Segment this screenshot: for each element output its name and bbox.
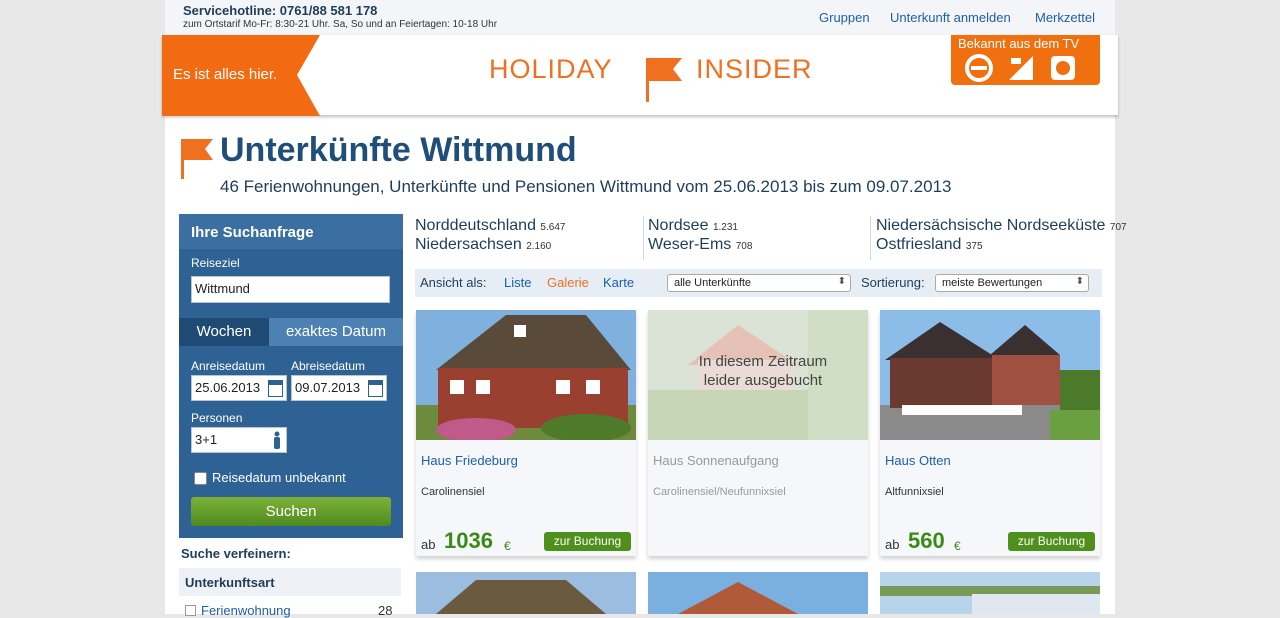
view-gallery[interactable]: Galerie xyxy=(547,275,589,290)
listing-photo[interactable] xyxy=(880,310,1100,440)
calendar-icon[interactable] xyxy=(268,380,283,397)
persons-label: Personen xyxy=(191,411,243,425)
tagline-text: Es ist alles hier. xyxy=(173,66,278,83)
price-currency: € xyxy=(504,539,511,553)
listing-price: 1036 xyxy=(444,528,493,553)
price-currency: € xyxy=(954,539,961,553)
view-list[interactable]: Liste xyxy=(504,275,531,290)
departure-label: Abreisedatum xyxy=(291,359,366,373)
region-divider xyxy=(643,216,644,260)
region-link[interactable]: Nordsee 1.231 xyxy=(648,217,738,235)
tv-station-icon xyxy=(965,54,993,82)
region-link[interactable]: Weser-Ems 708 xyxy=(648,236,752,254)
link-merkzettel[interactable]: Merkzettel xyxy=(1035,10,1095,25)
view-label: Ansicht als: xyxy=(420,275,487,290)
logo-flag-icon[interactable] xyxy=(646,58,684,102)
listing-price: 560 xyxy=(908,528,945,553)
filter-item-ferienwohnung[interactable]: Ferienwohnung xyxy=(201,603,291,618)
tv-channel-icon xyxy=(1009,56,1033,80)
calendar-icon[interactable] xyxy=(368,380,383,397)
refine-heading: Suche verfeinern: xyxy=(181,546,291,561)
sort-select[interactable]: meiste Bewertungen xyxy=(935,274,1089,292)
search-panel-header: Ihre Suchanfrage xyxy=(179,214,403,249)
listing-location: Carolinensiel xyxy=(421,486,485,498)
price-prefix: ab xyxy=(421,537,436,552)
tv-badge: Bekannt aus dem TV xyxy=(951,35,1100,85)
title-flag-icon xyxy=(181,139,213,179)
listing-name[interactable]: Haus Otten xyxy=(885,453,951,468)
filter-count: 28 xyxy=(378,603,393,618)
listing-card[interactable]: In diesem Zeitraum leider ausgebucht Hau… xyxy=(648,310,868,556)
listing-photo[interactable]: In diesem Zeitraum leider ausgebucht xyxy=(648,310,868,440)
listing-location: Altfunnixsiel xyxy=(885,486,944,498)
destination-input[interactable]: Wittmund xyxy=(191,276,390,303)
logo-text-right[interactable]: INSIDER xyxy=(696,54,813,85)
region-link[interactable]: Norddeutschland 5.647 xyxy=(415,217,565,235)
search-panel-heading: Ihre Suchanfrage xyxy=(191,224,314,241)
listing-photo[interactable] xyxy=(648,572,868,614)
listing-photo[interactable] xyxy=(416,310,636,440)
listing-photo[interactable] xyxy=(880,572,1100,614)
link-gruppen[interactable]: Gruppen xyxy=(819,10,870,25)
arrival-label: Anreisedatum xyxy=(191,359,266,373)
listing-card[interactable]: Haus Otten Altfunnixsiel ab 560 € zur Bu… xyxy=(880,310,1100,556)
service-hotline: Servicehotline: 0761/88 581 178 xyxy=(183,3,378,18)
person-icon xyxy=(274,431,280,449)
view-toolbar: Ansicht als: Liste Galerie Karte alle Un… xyxy=(415,269,1102,297)
tab-weeks[interactable]: Wochen xyxy=(179,318,269,346)
listing-name[interactable]: Haus Sonnenaufgang xyxy=(653,453,779,468)
destination-label: Reiseziel xyxy=(191,256,240,270)
accommodation-filter-select[interactable]: alle Unterkünfte xyxy=(667,274,851,292)
search-panel: Ihre Suchanfrage Reiseziel Wittmund Woch… xyxy=(179,214,403,538)
page-title: Unterkünfte Wittmund xyxy=(220,131,577,169)
region-divider xyxy=(870,216,871,260)
book-button[interactable]: zur Buchung xyxy=(1008,532,1095,551)
link-unterkunft-anmelden[interactable]: Unterkunft anmelden xyxy=(890,10,1011,25)
sort-label: Sortierung: xyxy=(861,275,925,290)
tv-network-icon xyxy=(1051,56,1075,80)
tab-exact-date[interactable]: exaktes Datum xyxy=(269,318,403,346)
logo-text-left[interactable]: HOLIDAY xyxy=(489,54,613,85)
service-hours: zum Ortstarif Mo-Fr: 8:30-21 Uhr. Sa, So… xyxy=(183,19,498,30)
search-button[interactable]: Suchen xyxy=(191,497,391,526)
listing-location: Carolinensiel/Neufunnixsiel xyxy=(653,486,786,498)
listing-name[interactable]: Haus Friedeburg xyxy=(421,453,518,468)
unknown-date-checkbox[interactable] xyxy=(194,472,207,485)
sold-out-overlay: In diesem Zeitraum leider ausgebucht xyxy=(698,353,828,389)
tv-badge-text: Bekannt aus dem TV xyxy=(958,36,1080,51)
filter-section-header[interactable]: Unterkunftsart xyxy=(179,568,401,596)
price-prefix: ab xyxy=(885,537,900,552)
view-map[interactable]: Karte xyxy=(603,275,634,290)
book-button[interactable]: zur Buchung xyxy=(544,532,631,551)
region-link[interactable]: Ostfriesland 375 xyxy=(876,236,983,254)
region-link[interactable]: Niedersachsen 2.160 xyxy=(415,236,551,254)
listing-card[interactable]: Haus Friedeburg Carolinensiel ab 1036 € … xyxy=(416,310,636,556)
page-subtitle: 46 Ferienwohnungen, Unterkünfte und Pens… xyxy=(220,177,952,196)
unknown-date-label: Reisedatum unbekannt xyxy=(212,470,346,485)
listing-photo[interactable] xyxy=(416,572,636,614)
tagline-banner: Es ist alles hier. xyxy=(162,35,322,116)
filter-checkbox[interactable] xyxy=(185,605,196,616)
region-link[interactable]: Niedersächsische Nordseeküste 707 xyxy=(876,217,1127,235)
filter-section-title: Unterkunftsart xyxy=(185,575,275,590)
